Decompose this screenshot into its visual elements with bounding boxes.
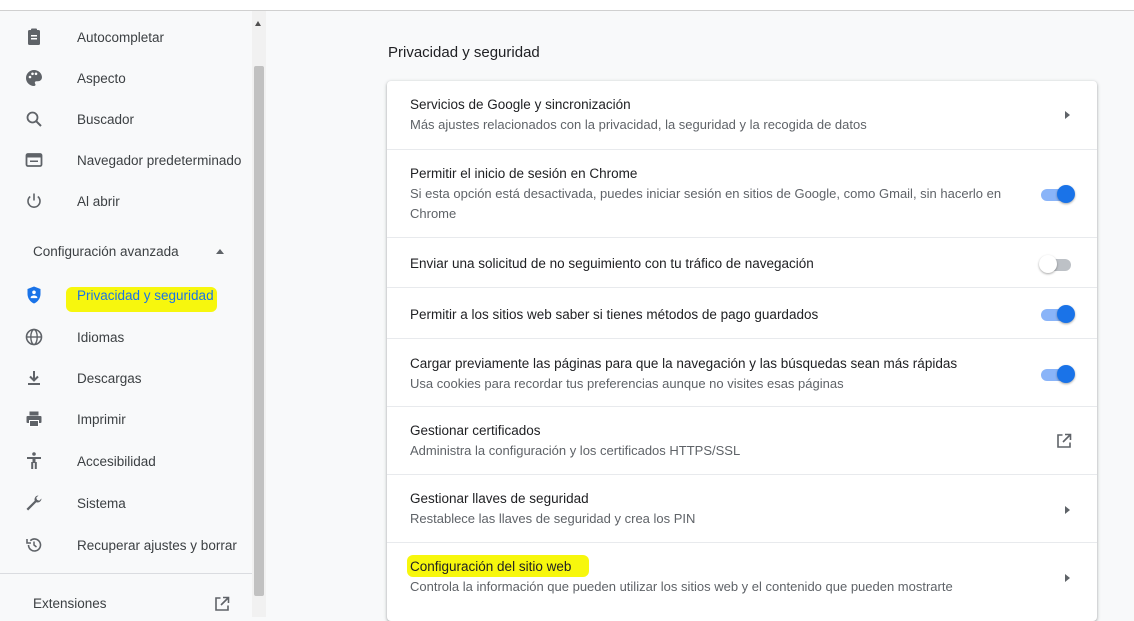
row-title: Servicios de Google y sincronización <box>410 97 631 112</box>
sidebar-item-buscador[interactable]: Buscador <box>0 102 252 136</box>
row-title: Permitir a los sitios web saber si tiene… <box>410 307 819 322</box>
row-title: Gestionar certificados <box>410 423 541 438</box>
sidebar-item-descargas[interactable]: Descargas <box>0 361 252 395</box>
row-google-services[interactable]: Servicios de Google y sincronización Más… <box>387 81 1097 149</box>
restore-icon <box>24 535 44 555</box>
browser-icon <box>24 150 44 170</box>
sidebar-item-navegador[interactable]: Navegador predeterminado <box>0 143 252 177</box>
sidebar-item-label: Sistema <box>77 495 126 511</box>
printer-icon <box>24 409 44 429</box>
shield-icon <box>24 285 44 305</box>
row-title: Cargar previamente las páginas para que … <box>410 356 958 371</box>
row-subtitle: Controla la información que pueden utili… <box>410 579 953 594</box>
chevron-right-icon <box>1065 574 1070 582</box>
privacy-settings-card: Servicios de Google y sincronización Más… <box>387 81 1097 621</box>
row-title: Configuración del sitio web <box>410 559 572 574</box>
sidebar-scrollbar-thumb[interactable] <box>254 66 264 596</box>
sidebar-item-label: Accesibilidad <box>77 453 156 469</box>
clipboard-icon <box>24 27 44 47</box>
toggle-preload-pages[interactable] <box>1041 365 1075 383</box>
scroll-up-arrow-icon[interactable] <box>255 21 261 26</box>
row-subtitle: Más ajustes relacionados con la privacid… <box>410 117 867 132</box>
open-in-new-icon <box>1057 433 1072 448</box>
sidebar-item-imprimir[interactable]: Imprimir <box>0 402 252 436</box>
row-title: Enviar una solicitud de no seguimiento c… <box>410 256 814 271</box>
power-icon <box>24 191 44 211</box>
row-manage-certificates[interactable]: Gestionar certificados Administra la con… <box>387 406 1097 474</box>
toggle-do-not-track[interactable] <box>1039 255 1075 273</box>
sidebar-item-sistema[interactable]: Sistema <box>0 486 252 520</box>
sidebar-item-al-abrir[interactable]: Al abrir <box>0 184 252 218</box>
open-in-new-icon <box>215 596 230 611</box>
sidebar-item-recuperar[interactable]: Recuperar ajustes y borrar <box>0 528 252 562</box>
toggle-knob <box>1057 305 1075 323</box>
row-do-not-track: Enviar una solicitud de no seguimiento c… <box>387 237 1097 287</box>
sidebar-item-extensiones[interactable]: Extensiones <box>0 586 252 620</box>
download-icon <box>24 368 44 388</box>
sidebar-item-aspecto[interactable]: Aspecto <box>0 61 252 95</box>
row-chrome-signin: Permitir el inicio de sesión en Chrome S… <box>387 149 1097 237</box>
row-subtitle: Usa cookies para recordar tus preferenci… <box>410 376 844 391</box>
toggle-knob <box>1057 185 1075 203</box>
sidebar-item-privacidad[interactable]: Privacidad y seguridad <box>0 278 252 312</box>
window-top-edge <box>0 0 1134 11</box>
row-subtitle: Restablece las llaves de seguridad y cre… <box>410 511 696 526</box>
globe-icon <box>24 327 44 347</box>
sidebar-item-label: Navegador predeterminado <box>77 152 242 168</box>
chevron-right-icon <box>1065 506 1070 514</box>
sidebar-item-label: Recuperar ajustes y borrar <box>77 537 237 553</box>
search-icon <box>24 109 44 129</box>
sidebar-item-autocompletar[interactable]: Autocompletar <box>0 20 252 54</box>
palette-icon <box>24 68 44 88</box>
advanced-settings-label: Configuración avanzada <box>33 244 179 259</box>
row-title: Permitir el inicio de sesión en Chrome <box>410 166 638 181</box>
sidebar-divider <box>0 573 252 574</box>
toggle-knob <box>1057 365 1075 383</box>
row-subtitle: Si esta opción está desactivada, puedes … <box>410 186 1002 221</box>
row-security-keys[interactable]: Gestionar llaves de seguridad Restablece… <box>387 474 1097 542</box>
wrench-icon <box>24 493 44 513</box>
sidebar-item-idiomas[interactable]: Idiomas <box>0 320 252 354</box>
sidebar-item-label: Privacidad y seguridad <box>77 287 214 303</box>
accessibility-icon <box>24 451 44 471</box>
sidebar-item-label: Descargas <box>77 370 142 386</box>
caret-up-icon <box>216 249 224 254</box>
sidebar-item-label: Aspecto <box>77 70 126 86</box>
row-title: Gestionar llaves de seguridad <box>410 491 589 506</box>
toggle-chrome-signin[interactable] <box>1041 185 1075 203</box>
sidebar-item-accesibilidad[interactable]: Accesibilidad <box>0 444 252 478</box>
sidebar-item-label: Imprimir <box>77 411 126 427</box>
advanced-settings-toggle[interactable]: Configuración avanzada <box>0 235 252 269</box>
toggle-payment-methods[interactable] <box>1041 305 1075 323</box>
sidebar-item-label: Al abrir <box>77 193 120 209</box>
section-title: Privacidad y seguridad <box>388 44 540 61</box>
row-payment-methods: Permitir a los sitios web saber si tiene… <box>387 287 1097 338</box>
row-site-settings[interactable]: Configuración del sitio web Controla la … <box>387 542 1097 621</box>
row-subtitle: Administra la configuración y los certif… <box>410 443 741 458</box>
sidebar-item-label: Autocompletar <box>77 29 165 45</box>
extensions-label: Extensiones <box>33 596 107 611</box>
sidebar-item-label: Buscador <box>77 111 135 127</box>
sidebar-item-label: Idiomas <box>77 329 125 345</box>
chevron-right-icon <box>1065 111 1070 119</box>
row-preload-pages: Cargar previamente las páginas para que … <box>387 338 1097 406</box>
toggle-knob <box>1039 255 1057 273</box>
